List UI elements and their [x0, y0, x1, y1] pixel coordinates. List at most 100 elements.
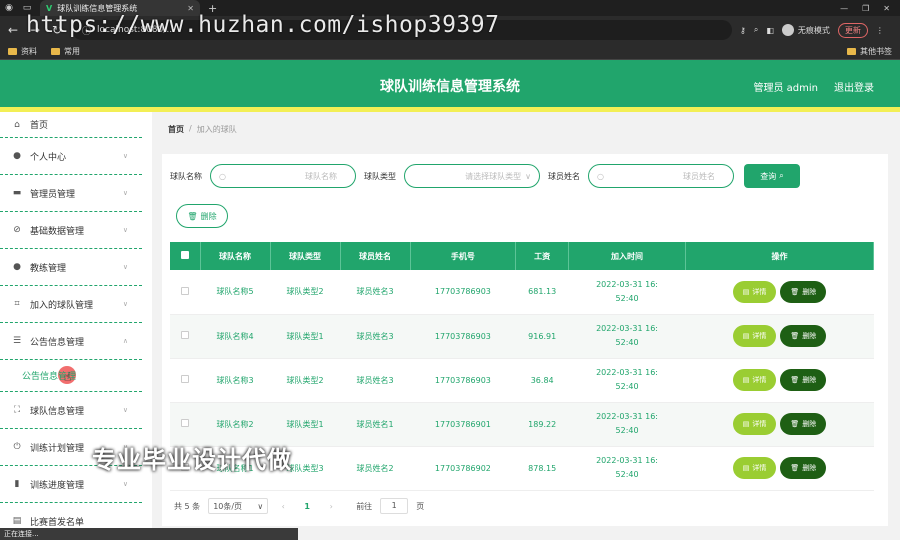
delete-button[interactable]: 🗑 删除: [780, 325, 827, 347]
folder-icon: [51, 48, 60, 55]
batch-delete-button[interactable]: 🗑 删除: [176, 204, 228, 228]
bookmark-folder[interactable]: 资料: [8, 46, 37, 57]
total-count: 共 5 条: [174, 501, 201, 511]
cell-phone: 17703786901: [410, 402, 516, 447]
row-checkbox[interactable]: [170, 358, 200, 403]
row-checkbox[interactable]: [170, 270, 200, 315]
chevron-down-icon: ∨: [122, 189, 128, 197]
page-size-select[interactable]: 10条/页 ∨: [208, 498, 269, 514]
search-form: 球队名称 ○ 球队名称 球队类型 请选择球队类型 ∨ 球员姓名 ○ 球员姓名 查…: [170, 164, 800, 188]
breadcrumb: 首页 / 加入的球队: [168, 124, 237, 135]
sidebar-item-notice[interactable]: ☰ 公告信息管理 ∧: [0, 323, 142, 360]
sidepanel-icon[interactable]: ◧: [766, 26, 774, 35]
delete-button[interactable]: 🗑 删除: [780, 413, 827, 435]
app-header: 球队训练信息管理系统 管理员 admin 退出登录: [0, 60, 900, 112]
cell-team: 球队名称4: [200, 314, 271, 359]
zoom-icon[interactable]: ⌕: [754, 25, 758, 35]
sidebar-item-team-info[interactable]: ⛶ 球队信息管理 ∨: [0, 392, 142, 429]
back-icon[interactable]: ←: [6, 23, 20, 37]
cell-actions: ▤ 详情 🗑 删除: [685, 446, 874, 491]
query-button[interactable]: 查询 ⌕: [744, 164, 800, 188]
close-window-icon[interactable]: ✕: [883, 4, 890, 13]
breadcrumb-separator: /: [189, 124, 192, 133]
select-all-checkbox[interactable]: [170, 242, 201, 270]
trash-icon: 🗑: [790, 464, 800, 472]
trash-icon: 🗑: [790, 376, 800, 384]
team-name-label: 球队名称: [170, 171, 202, 181]
player-name-label: 球员姓名: [548, 171, 580, 181]
cell-actions: ▤ 详情 🗑 删除: [685, 402, 874, 447]
goto-page-input[interactable]: 1: [380, 498, 409, 514]
delete-button[interactable]: 🗑 删除: [780, 369, 827, 391]
sidebar-item-joined-team[interactable]: ⌗ 加入的球队管理 ∨: [0, 286, 142, 323]
forward-icon[interactable]: →: [28, 23, 42, 37]
detail-button[interactable]: ▤ 详情: [732, 325, 777, 347]
minimize-icon[interactable]: —: [840, 4, 848, 13]
folder-icon: [847, 48, 856, 55]
address-bar[interactable]: ⓘ localhost:8080/...: [72, 20, 732, 40]
chevron-down-icon: ∨: [122, 300, 128, 308]
restore-icon[interactable]: ❐: [862, 4, 869, 13]
row-checkbox[interactable]: [170, 314, 200, 359]
breadcrumb-current: 加入的球队: [196, 125, 237, 134]
sidebar-item-home[interactable]: ⌂ 首页: [0, 112, 142, 138]
browser-status-bar: 正在连接...: [0, 528, 298, 540]
cell-type: 球队类型2: [270, 270, 341, 315]
browser-tab[interactable]: V 球队训练信息管理系统 ✕: [40, 0, 200, 16]
next-page-icon[interactable]: ›: [324, 502, 338, 511]
delete-button[interactable]: 🗑 删除: [780, 457, 827, 479]
detail-icon: ▤: [742, 332, 750, 340]
breadcrumb-home[interactable]: 首页: [168, 124, 184, 135]
chevron-down-icon: ∨: [525, 171, 531, 181]
team-name-input[interactable]: ○ 球队名称: [210, 164, 356, 188]
bookmarks-bar: 资料 常用 其他书签: [0, 44, 900, 60]
hand-cursor-icon: ☝: [64, 370, 72, 384]
briefcase-icon: ▬: [12, 188, 22, 198]
more-icon[interactable]: ⋮: [876, 26, 884, 35]
cell-actions: ▤ 详情 🗑 删除: [685, 358, 874, 403]
list-icon: ▤: [12, 516, 22, 526]
reload-icon[interactable]: ↻: [50, 23, 64, 37]
delete-button[interactable]: 🗑 删除: [780, 280, 827, 303]
col-phone: 手机号: [410, 242, 517, 270]
sidebar-item-coach[interactable]: ● 教练管理 ∨: [0, 249, 142, 286]
detail-icon: ▤: [742, 287, 750, 296]
detail-button[interactable]: ▤ 详情: [732, 369, 777, 391]
browser-menu-icon[interactable]: ◉: [0, 3, 18, 13]
folder-icon: [8, 48, 17, 55]
sidebar-item-profile[interactable]: ● 个人中心 ∨: [0, 138, 142, 175]
team-type-label: 球队类型: [364, 171, 396, 181]
prev-page-icon[interactable]: ‹: [276, 502, 290, 511]
sidebar-item-basedata[interactable]: ⊘ 基础数据管理 ∨: [0, 212, 142, 249]
update-button[interactable]: 更新: [837, 22, 868, 38]
window-controls: — ❐ ✕: [840, 4, 900, 13]
info-icon[interactable]: ⓘ: [82, 24, 91, 37]
sidebar-item-admin[interactable]: ▬ 管理员管理 ∨: [0, 175, 142, 212]
new-tab-icon[interactable]: +: [208, 2, 217, 15]
cell-phone: 17703786903: [410, 358, 516, 403]
detail-button[interactable]: ▤ 详情: [732, 413, 777, 435]
logout-link[interactable]: 退出登录: [834, 79, 874, 94]
sidebar-subitem-notice[interactable]: 公告信息管理 ☝: [0, 360, 142, 392]
player-name-input[interactable]: ○ 球员姓名: [588, 164, 734, 188]
team-type-select[interactable]: 请选择球队类型 ∨: [404, 164, 540, 188]
cell-time: 2022-03-31 16: 52:40: [568, 402, 686, 447]
incognito-indicator[interactable]: 无痕模式: [781, 24, 830, 36]
search-icon: ○: [219, 171, 226, 181]
tab-list-icon[interactable]: ▭: [18, 3, 36, 13]
other-bookmarks[interactable]: 其他书签: [847, 46, 892, 57]
key-icon[interactable]: ⚷: [740, 26, 746, 35]
incognito-icon: [781, 24, 794, 36]
search-icon: ○: [597, 171, 604, 181]
detail-button[interactable]: ▤ 详情: [732, 280, 777, 303]
favicon-icon: V: [46, 3, 53, 13]
tab-close-icon[interactable]: ✕: [187, 4, 194, 13]
bookmark-folder[interactable]: 常用: [51, 46, 80, 57]
power-icon: ⏻: [13, 442, 21, 452]
cell-phone: 17703786903: [410, 270, 516, 315]
sidebar: ⌂ 首页 ● 个人中心 ∨ ▬ 管理员管理 ∨ ⊘ 基础数据管理 ∨ ● 教练管…: [0, 112, 142, 540]
pagination: 共 5 条 10条/页 ∨ ‹ 1 › 前往 1 页: [174, 498, 424, 514]
detail-button[interactable]: ▤ 详情: [732, 457, 777, 479]
url-text: localhost:8080/...: [97, 25, 175, 35]
page-number[interactable]: 1: [298, 502, 316, 511]
